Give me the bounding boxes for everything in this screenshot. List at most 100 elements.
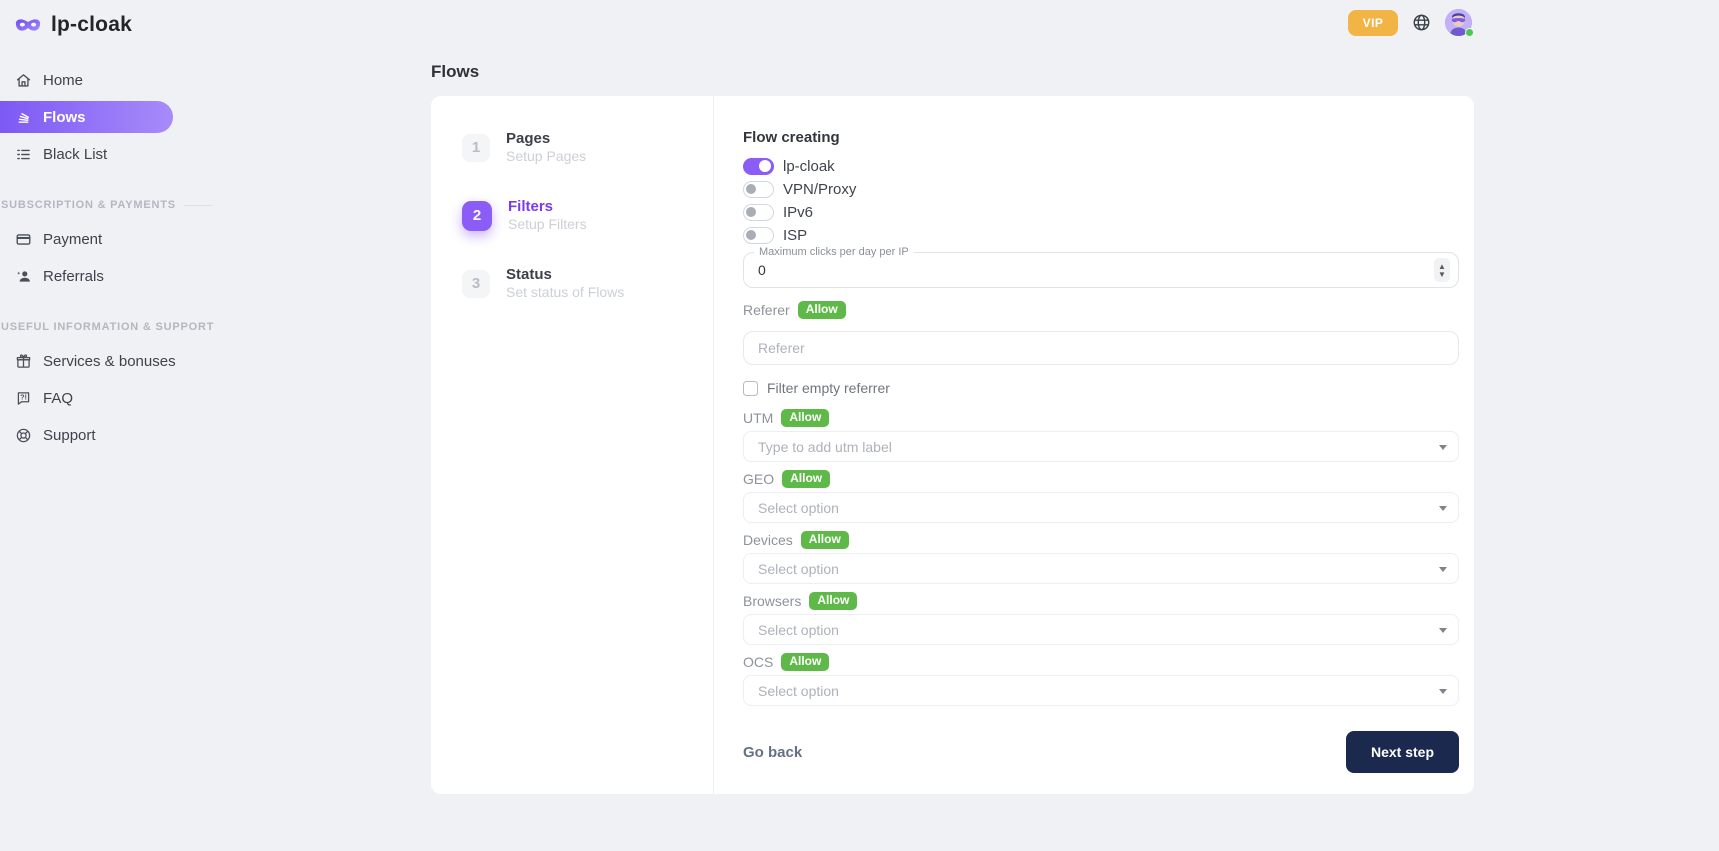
online-status-dot xyxy=(1465,28,1474,37)
max-clicks-label: Maximum clicks per day per IP xyxy=(754,246,914,258)
step-pages[interactable]: 1 Pages Setup Pages xyxy=(462,130,702,165)
sidebar-section-useful: USEFUL INFORMATION & SUPPORT xyxy=(0,321,190,333)
filter-empty-referrer-row[interactable]: Filter empty referrer xyxy=(743,380,1459,396)
flow-card: 1 Pages Setup Pages 2 Filters Setup Filt… xyxy=(431,96,1474,794)
sidebar-item-label: Support xyxy=(43,427,96,444)
ipv6-toggle[interactable] xyxy=(743,204,774,221)
toggle-knob xyxy=(746,230,756,240)
step-status[interactable]: 3 Status Set status of Flows xyxy=(462,266,702,301)
step-subtitle: Setup Filters xyxy=(508,216,587,233)
max-clicks-input[interactable] xyxy=(758,253,1375,287)
avatar[interactable] xyxy=(1445,9,1472,36)
max-clicks-field: Maximum clicks per day per IP ▲▼ xyxy=(743,252,1459,288)
sidebar-item-faq[interactable]: ?! FAQ xyxy=(0,382,190,414)
devices-select[interactable] xyxy=(743,553,1459,584)
go-back-button[interactable]: Go back xyxy=(743,744,802,761)
sidebar-item-services[interactable]: Services & bonuses xyxy=(0,345,190,377)
toggle-row-ipv6: IPv6 xyxy=(743,203,1459,221)
sidebar-item-referrals[interactable]: Referrals xyxy=(0,260,190,292)
sidebar-item-label: Black List xyxy=(43,146,107,163)
app-logo[interactable]: lp-cloak xyxy=(0,0,190,37)
utm-input[interactable] xyxy=(743,431,1459,462)
ocs-allow-badge[interactable]: Allow xyxy=(781,653,829,671)
toggle-label: lp-cloak xyxy=(783,158,835,175)
step-title: Filters xyxy=(508,198,587,216)
home-icon xyxy=(14,71,32,89)
sidebar-item-payment[interactable]: Payment xyxy=(0,223,190,255)
step-number: 3 xyxy=(462,270,490,298)
utm-label-row: UTM Allow xyxy=(743,409,1459,426)
header-controls: VIP xyxy=(1348,9,1472,36)
sidebar-item-label: Flows xyxy=(43,109,86,126)
ocs-select[interactable] xyxy=(743,675,1459,706)
isp-toggle[interactable] xyxy=(743,227,774,244)
toggle-label: IPv6 xyxy=(783,204,813,221)
vip-button[interactable]: VIP xyxy=(1348,10,1398,36)
referer-label-row: Referer Allow xyxy=(743,301,1459,318)
sidebar-item-flows[interactable]: Flows xyxy=(0,101,173,133)
app-name: lp-cloak xyxy=(51,13,132,37)
flows-icon xyxy=(14,108,32,126)
svg-text:?!: ?! xyxy=(20,392,27,401)
ocs-label: OCS xyxy=(743,654,773,670)
globe-icon[interactable] xyxy=(1412,13,1431,32)
referer-label: Referer xyxy=(743,302,790,318)
toggle-label: VPN/Proxy xyxy=(783,181,856,198)
geo-label-row: GEO Allow xyxy=(743,470,1459,487)
page-title: Flows xyxy=(431,62,479,82)
referer-input[interactable] xyxy=(743,331,1459,365)
sidebar-item-label: Referrals xyxy=(43,268,104,285)
devices-label: Devices xyxy=(743,532,793,548)
form-title: Flow creating xyxy=(743,129,1459,147)
faq-bubble-icon: ?! xyxy=(14,389,32,407)
utm-allow-badge[interactable]: Allow xyxy=(781,409,829,427)
geo-select-wrap xyxy=(743,492,1459,523)
form-footer: Go back Next step xyxy=(743,731,1459,773)
toggle-knob xyxy=(759,160,771,172)
devices-label-row: Devices Allow xyxy=(743,531,1459,548)
toggle-row-vpn-proxy: VPN/Proxy xyxy=(743,180,1459,198)
sidebar-nav: Home Flows Black List SUBSCRIPTION & PAY… xyxy=(0,64,190,456)
filter-empty-referrer-checkbox[interactable] xyxy=(743,381,758,396)
credit-card-icon xyxy=(14,230,32,248)
step-subtitle: Set status of Flows xyxy=(506,284,624,301)
toggle-label: ISP xyxy=(783,227,807,244)
step-number: 2 xyxy=(462,201,492,231)
vpn-proxy-toggle[interactable] xyxy=(743,181,774,198)
referer-allow-badge[interactable]: Allow xyxy=(798,301,846,319)
number-stepper-icon[interactable]: ▲▼ xyxy=(1434,258,1450,282)
sidebar-item-label: FAQ xyxy=(43,390,73,407)
geo-allow-badge[interactable]: Allow xyxy=(782,470,830,488)
sidebar-item-label: Payment xyxy=(43,231,102,248)
flow-creating-form: Flow creating lp-cloak VPN/Proxy IPv6 IS… xyxy=(743,96,1459,794)
person-add-icon xyxy=(14,267,32,285)
toggle-row-isp: ISP xyxy=(743,226,1459,244)
devices-allow-badge[interactable]: Allow xyxy=(801,531,849,549)
ocs-label-row: OCS Allow xyxy=(743,653,1459,670)
lp-cloak-toggle[interactable] xyxy=(743,158,774,175)
list-icon xyxy=(14,145,32,163)
sidebar-item-support[interactable]: Support xyxy=(0,419,190,451)
sidebar: lp-cloak Home Flows xyxy=(0,0,190,851)
step-title: Pages xyxy=(506,130,586,148)
flow-stepper: 1 Pages Setup Pages 2 Filters Setup Filt… xyxy=(462,130,702,334)
sidebar-item-label: Home xyxy=(43,72,83,89)
lifebuoy-icon xyxy=(14,426,32,444)
next-step-button[interactable]: Next step xyxy=(1346,731,1459,773)
card-divider xyxy=(713,96,714,794)
step-subtitle: Setup Pages xyxy=(506,148,586,165)
sidebar-item-black-list[interactable]: Black List xyxy=(0,138,190,170)
step-number: 1 xyxy=(462,134,490,162)
geo-select[interactable] xyxy=(743,492,1459,523)
sidebar-item-home[interactable]: Home xyxy=(0,64,190,96)
toggle-knob xyxy=(746,207,756,217)
browsers-select-wrap xyxy=(743,614,1459,645)
geo-label: GEO xyxy=(743,471,774,487)
toggle-row-lp-cloak: lp-cloak xyxy=(743,157,1459,175)
devices-select-wrap xyxy=(743,553,1459,584)
step-filters[interactable]: 2 Filters Setup Filters xyxy=(462,198,702,233)
gift-icon xyxy=(14,352,32,370)
browsers-allow-badge[interactable]: Allow xyxy=(809,592,857,610)
browsers-select[interactable] xyxy=(743,614,1459,645)
browsers-label: Browsers xyxy=(743,593,801,609)
